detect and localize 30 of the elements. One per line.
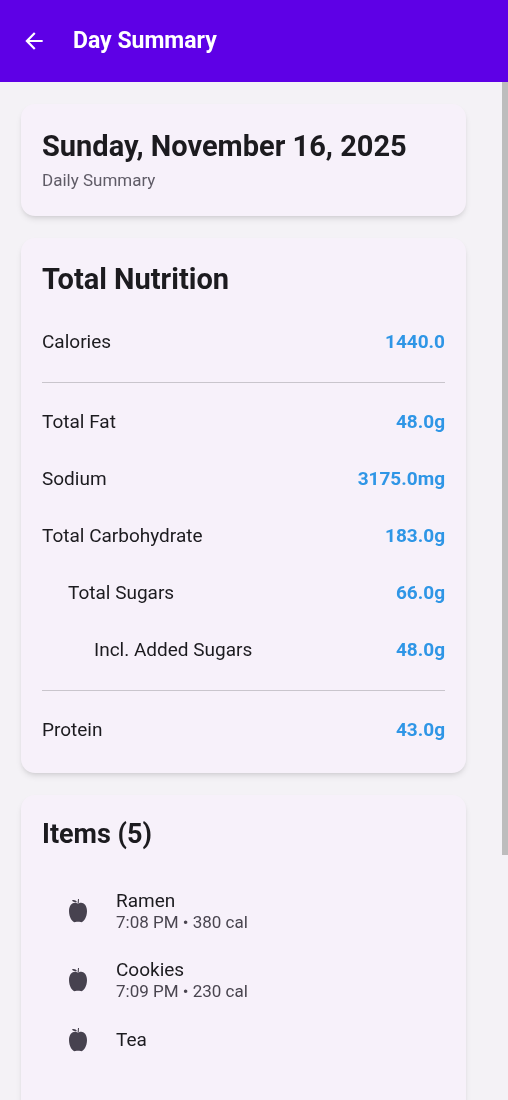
date-heading: Sunday, November 16, 2025 [42, 128, 408, 164]
nutrient-value: 3175.0mg [357, 465, 445, 492]
nutrient-value: 1440.0 [385, 328, 445, 355]
nutrient-label: Total Sugars [68, 579, 175, 606]
nutrient-value: 48.0g [395, 636, 445, 663]
food-time-calories: 7:08 PM • 380 cal [116, 911, 248, 933]
food-name: Cookies [116, 957, 186, 981]
food-time-calories: 7:09 PM • 230 cal [116, 980, 248, 1002]
nutrient-value: 183.0g [385, 522, 445, 549]
apple-icon [66, 966, 90, 993]
food-name: Ramen [116, 888, 177, 912]
card-subtitle: Daily Summary [42, 169, 157, 192]
nutrient-value: 48.0g [395, 408, 445, 435]
apple-icon [66, 1026, 90, 1053]
nutrient-label: Total Fat [42, 408, 116, 435]
screen-title: Day Summary [73, 25, 217, 56]
food-list-item[interactable]: Tea [42, 1026, 445, 1053]
nutrient-label: Incl. Added Sugars [94, 636, 253, 663]
card-title: Items (5) [42, 816, 153, 851]
apple-icon [66, 897, 90, 924]
nutrient-label: Calories [42, 328, 112, 355]
nutrient-label: Total Carbohydrate [42, 522, 203, 549]
nutrient-label: Sodium [42, 465, 107, 492]
food-list-item[interactable]: Ramen 7:08 PM • 380 cal [42, 888, 445, 933]
food-list-item[interactable]: Cookies 7:09 PM • 230 cal [42, 957, 445, 1002]
nutrient-label: Protein [42, 716, 103, 743]
card-title: Total Nutrition [42, 260, 231, 298]
nutrient-value: 66.0g [395, 579, 445, 606]
nutrient-value: 43.0g [395, 716, 445, 743]
food-name: Tea [116, 1028, 147, 1051]
